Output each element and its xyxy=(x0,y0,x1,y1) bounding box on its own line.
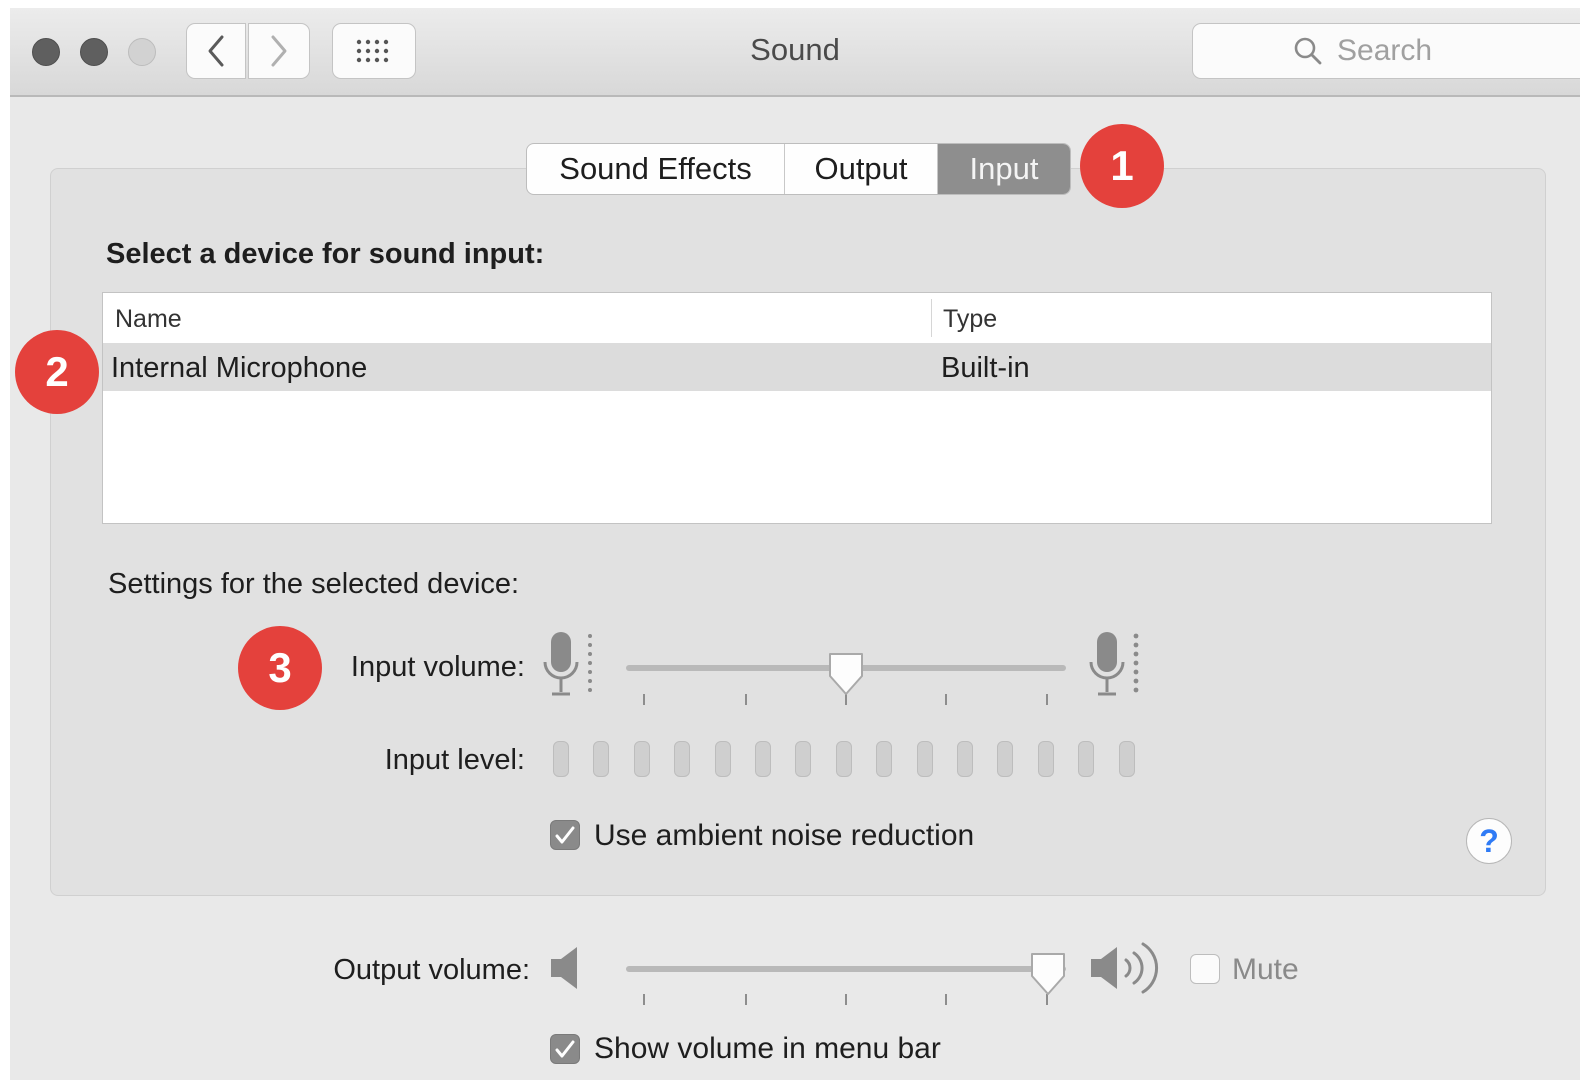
table-row[interactable]: Internal Microphone Built-in xyxy=(103,343,1491,391)
input-tab-panel xyxy=(50,168,1546,896)
callout-badge-1: 1 xyxy=(1080,124,1164,208)
minimize-window-button[interactable] xyxy=(80,38,108,66)
input-device-table: Name Type Internal Microphone Built-in xyxy=(102,292,1492,524)
search-input[interactable] xyxy=(1335,33,1559,69)
speaker-high-icon xyxy=(1091,942,1159,994)
input-level-segment xyxy=(1119,741,1135,777)
show-all-button[interactable] xyxy=(332,23,416,79)
input-volume-slider-thumb[interactable] xyxy=(826,650,866,698)
grid-icon xyxy=(356,39,389,63)
input-level-segment xyxy=(755,741,771,777)
input-volume-label: Input volume: xyxy=(350,651,525,683)
input-level-segment xyxy=(876,741,892,777)
device-settings-heading: Settings for the selected device: xyxy=(108,568,520,600)
mute-label: Mute xyxy=(1232,953,1299,986)
sound-preferences-window: Sound Sound Effects Output Input 1 Selec… xyxy=(10,8,1580,1080)
input-level-segment xyxy=(795,741,811,777)
input-level-segment xyxy=(917,741,933,777)
output-volume-label: Output volume: xyxy=(333,954,530,986)
output-volume-track xyxy=(626,966,1066,972)
window-title: Sound xyxy=(750,32,840,67)
close-window-button[interactable] xyxy=(32,38,60,66)
output-volume-slider-thumb[interactable] xyxy=(1028,950,1068,998)
noise-reduction-label: Use ambient noise reduction xyxy=(594,819,975,852)
show-volume-menu-bar-checkbox[interactable] xyxy=(550,1034,580,1064)
input-level-segment xyxy=(593,741,609,777)
column-divider xyxy=(931,299,932,337)
search-field[interactable] xyxy=(1192,23,1580,79)
tab-sound-effects[interactable]: Sound Effects xyxy=(527,144,785,194)
chevron-right-icon xyxy=(271,35,287,67)
input-level-segment xyxy=(1038,741,1054,777)
column-header-type[interactable]: Type xyxy=(943,305,997,334)
microphone-high-icon xyxy=(1089,632,1139,696)
input-level-segment xyxy=(997,741,1013,777)
speaker-low-icon xyxy=(551,947,577,989)
show-volume-menu-bar-label: Show volume in menu bar xyxy=(594,1032,941,1065)
column-header-name[interactable]: Name xyxy=(115,305,182,334)
tab-output[interactable]: Output xyxy=(785,144,938,194)
title-bar: Sound xyxy=(10,8,1580,97)
back-button[interactable] xyxy=(186,23,246,79)
device-type-cell: Built-in xyxy=(941,352,1030,384)
callout-badge-2: 2 xyxy=(15,330,99,414)
forward-button[interactable] xyxy=(248,23,310,79)
noise-reduction-checkbox[interactable] xyxy=(550,820,580,850)
input-level-segment xyxy=(957,741,973,777)
tab-input[interactable]: Input xyxy=(938,144,1070,194)
input-level-segment xyxy=(553,741,569,777)
input-level-segment xyxy=(674,741,690,777)
input-level-segment xyxy=(836,741,852,777)
input-level-segment xyxy=(634,741,650,777)
input-level-label: Input level: xyxy=(384,744,525,776)
checkmark-icon xyxy=(555,826,575,844)
table-header: Name Type xyxy=(103,293,1491,344)
checkmark-icon xyxy=(555,1040,575,1058)
chevron-left-icon xyxy=(208,35,224,67)
search-icon xyxy=(1294,37,1322,65)
input-level-segment xyxy=(715,741,731,777)
device-select-heading: Select a device for sound input: xyxy=(106,238,545,270)
zoom-window-button[interactable] xyxy=(128,38,156,66)
tab-bar: Sound Effects Output Input xyxy=(526,143,1071,195)
device-name-cell: Internal Microphone xyxy=(111,352,368,384)
input-level-segment xyxy=(1078,741,1094,777)
microphone-low-icon xyxy=(543,632,592,696)
mute-checkbox[interactable] xyxy=(1190,954,1220,984)
help-button[interactable]: ? xyxy=(1466,818,1512,864)
